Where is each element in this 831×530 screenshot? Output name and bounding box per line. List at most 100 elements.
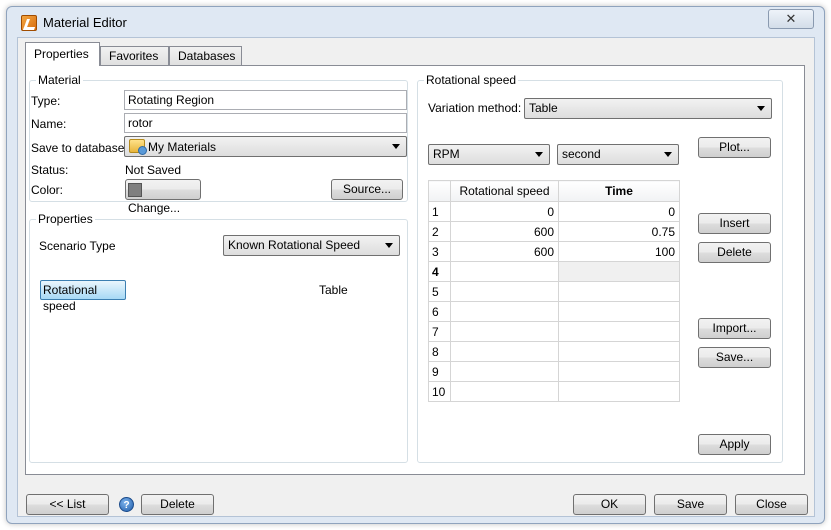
row-number[interactable]: 6	[428, 301, 451, 322]
row-number[interactable]: 8	[428, 341, 451, 362]
row-number[interactable]: 1	[428, 201, 451, 222]
tab-favorites[interactable]: Favorites	[100, 46, 169, 65]
chevron-down-icon	[385, 243, 393, 248]
time-cell[interactable]: 0	[558, 201, 680, 222]
tab-properties[interactable]: Properties	[25, 42, 100, 66]
row-number[interactable]: 9	[428, 361, 451, 382]
chevron-down-icon	[535, 152, 543, 157]
save-button[interactable]: Save	[654, 494, 727, 515]
speed-cell[interactable]	[450, 321, 559, 342]
speed-unit-select[interactable]: RPM	[428, 144, 550, 165]
name-field[interactable]: rotor	[124, 113, 407, 133]
table-row: 10	[428, 381, 680, 402]
material-group-title: Material	[36, 73, 83, 87]
rotational-speed-group: Rotational speed Variation method: Table…	[417, 73, 783, 463]
properties-group: Properties Scenario Type Known Rotationa…	[29, 212, 408, 463]
plot-button[interactable]: Plot...	[698, 137, 771, 158]
table-row: 9	[428, 361, 680, 382]
speed-cell[interactable]	[450, 381, 559, 402]
time-unit-value: second	[562, 147, 601, 161]
scenario-type-select[interactable]: Known Rotational Speed	[223, 235, 400, 256]
variation-method-label: Variation method:	[428, 101, 522, 115]
table-row: 3 600 100	[428, 241, 680, 262]
status-value: Not Saved	[125, 163, 182, 177]
tab-databases[interactable]: Databases	[169, 46, 242, 65]
time-cell[interactable]	[558, 361, 680, 382]
row-number[interactable]: 4	[428, 261, 451, 282]
insert-row-button[interactable]: Insert	[698, 213, 771, 234]
row-number[interactable]: 7	[428, 321, 451, 342]
ok-button[interactable]: OK	[573, 494, 646, 515]
speed-cell[interactable]	[450, 281, 559, 302]
back-to-list-button[interactable]: << List	[26, 494, 109, 515]
properties-tab-page: Material Type: Rotating Region Name: rot…	[25, 65, 805, 475]
time-cell[interactable]: 100	[558, 241, 680, 262]
table-row: 5	[428, 281, 680, 302]
database-folder-icon	[129, 139, 147, 155]
row-number[interactable]: 5	[428, 281, 451, 302]
chevron-down-icon	[757, 106, 765, 111]
rotational-speed-property-button[interactable]: Rotational speed	[40, 280, 126, 313]
speed-cell[interactable]: 600	[450, 241, 559, 262]
table-row: 1 0 0	[428, 201, 680, 222]
chevron-down-icon	[664, 152, 672, 157]
color-change-label: Change...	[128, 201, 181, 215]
window-close-button[interactable]: ✕	[768, 9, 814, 29]
window-title: Material Editor	[43, 15, 127, 30]
speed-cell[interactable]: 600	[450, 221, 559, 242]
scenario-type-label: Scenario Type	[39, 239, 116, 253]
speed-cell[interactable]	[450, 261, 559, 282]
help-icon[interactable]: ?	[119, 497, 134, 512]
time-cell[interactable]: 0.75	[558, 221, 680, 242]
time-cell[interactable]	[558, 301, 680, 322]
type-field[interactable]: Rotating Region	[124, 90, 407, 110]
column-header-time[interactable]: Time	[558, 180, 680, 202]
color-swatch	[128, 182, 142, 197]
time-cell[interactable]	[558, 381, 680, 402]
close-button[interactable]: Close	[735, 494, 808, 515]
time-cell[interactable]	[558, 281, 680, 302]
save-to-database-select[interactable]: My Materials	[124, 136, 407, 157]
status-label: Status:	[31, 163, 69, 177]
material-editor-window: Material Editor ✕ Properties Favorites D…	[6, 6, 825, 524]
delete-material-button[interactable]: Delete	[141, 494, 214, 515]
dialog-body: Properties Favorites Databases Material …	[17, 37, 815, 517]
color-change-button[interactable]: Change...	[125, 179, 201, 215]
name-label: Name:	[31, 117, 67, 131]
app-logo-icon	[21, 15, 37, 31]
save-to-database-label: Save to database:	[31, 141, 128, 155]
save-table-button[interactable]: Save...	[698, 347, 771, 368]
speed-cell[interactable]	[450, 341, 559, 362]
type-label: Type:	[31, 94, 61, 108]
time-cell[interactable]	[558, 341, 680, 362]
variation-method-select[interactable]: Table	[524, 98, 772, 119]
speed-cell[interactable]: 0	[450, 201, 559, 222]
column-header-rotational-speed[interactable]: Rotational speed	[450, 180, 559, 202]
row-number[interactable]: 2	[428, 221, 451, 242]
table-row: 2 600 0.75	[428, 221, 680, 242]
time-cell[interactable]	[558, 321, 680, 342]
time-cell[interactable]	[558, 261, 680, 282]
chevron-down-icon	[392, 144, 400, 149]
material-group: Material Type: Rotating Region Name: rot…	[29, 73, 408, 215]
source-button[interactable]: Source...	[331, 179, 403, 200]
row-number[interactable]: 3	[428, 241, 451, 262]
table-row: 7	[428, 321, 680, 342]
apply-button[interactable]: Apply	[698, 434, 771, 455]
properties-group-title: Properties	[36, 212, 95, 226]
rotational-speed-property-value: Table	[319, 283, 348, 297]
rotational-speed-table: Rotational speed Time 1 0 0 2 600 0.75 3…	[428, 180, 680, 402]
table-header-row: Rotational speed Time	[428, 180, 680, 202]
table-row: 8	[428, 341, 680, 362]
save-to-database-value: My Materials	[148, 140, 217, 154]
speed-cell[interactable]	[450, 361, 559, 382]
import-button[interactable]: Import...	[698, 318, 771, 339]
variation-method-value: Table	[529, 101, 558, 115]
table-corner-header	[428, 180, 451, 202]
time-unit-select[interactable]: second	[557, 144, 679, 165]
color-label: Color:	[31, 183, 64, 197]
title-bar: Material Editor ✕	[7, 7, 824, 37]
row-number[interactable]: 10	[428, 381, 451, 402]
delete-row-button[interactable]: Delete	[698, 242, 771, 263]
speed-cell[interactable]	[450, 301, 559, 322]
